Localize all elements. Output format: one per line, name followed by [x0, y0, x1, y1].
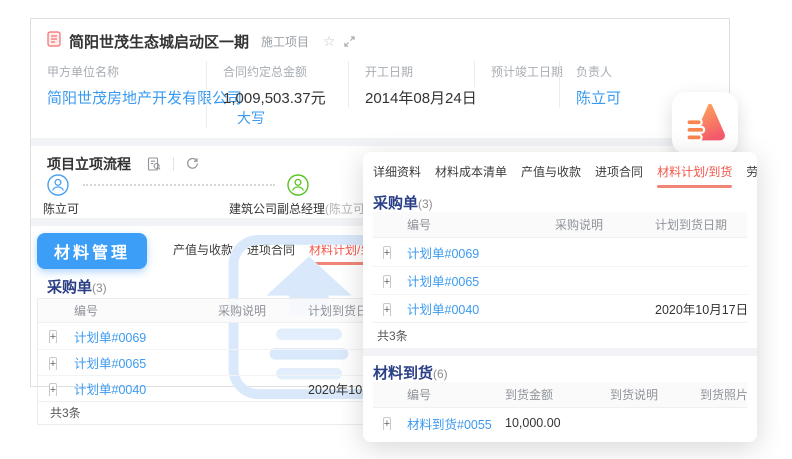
flow-end-role: 建筑公司副总经理	[229, 202, 325, 216]
col-header-desc: 到货说明	[598, 386, 688, 403]
purchase-title: 采购单	[373, 195, 418, 212]
expand-row-icon[interactable]: +	[383, 275, 391, 288]
fullscreen-icon[interactable]	[344, 36, 355, 47]
section-divider	[363, 348, 757, 356]
purchase-count: (3)	[418, 197, 433, 211]
expand-row-icon[interactable]: +	[49, 383, 57, 396]
field-label: 开工日期	[365, 63, 458, 80]
project-summary-fields: 甲方单位名称 简阳世茂房地产开发有限公司 合同约定总金额 1,009,503.3…	[31, 55, 729, 138]
flow-connector	[83, 184, 275, 186]
material-management-button[interactable]: 材料管理	[37, 233, 147, 269]
start-date-value: 2014年08月24日	[365, 90, 477, 107]
plan-order-link[interactable]: 计划单#0069	[401, 243, 543, 262]
flow-start-name: 陈立可	[43, 200, 79, 217]
tab-output-and-receipts[interactable]: 产值与收款	[171, 227, 235, 272]
arrival-title: 材料到货	[373, 365, 433, 382]
tab-material-plan-arrival[interactable]: 材料计划/到货	[655, 152, 734, 192]
flow-start-avatar-icon	[47, 174, 69, 196]
field-label: 负责人	[576, 63, 713, 80]
purchase-table: 编号 采购说明 计划到货日期 + 计划单#0069 + 计划单#0065	[373, 212, 747, 348]
divider	[173, 157, 174, 171]
field-party-a: 甲方单位名称 简阳世茂房地产开发有限公司	[31, 61, 206, 108]
col-header-desc: 采购说明	[543, 216, 643, 233]
section-divider	[31, 138, 729, 146]
flow-refresh-icon[interactable]	[186, 157, 199, 170]
row-amount: 10,000.00	[493, 416, 598, 430]
purchase-table-header: 编号 采购说明 计划到货日期	[373, 212, 747, 238]
tab-incoming-contracts[interactable]: 进项合同	[593, 152, 645, 192]
app-screen: 简阳世茂生态城启动区一期 施工项目 ☆ 甲方单位名称 简阳世茂房地产开发有限公司…	[0, 0, 792, 459]
col-header-amount: 到货金额	[493, 386, 598, 403]
tab-output-and-receipts[interactable]: 产值与收款	[519, 152, 583, 192]
field-expected-completion: 预计竣工日期	[474, 61, 559, 87]
purchase-title: 采购单	[47, 279, 92, 296]
col-header-photo: 到货照片	[688, 386, 747, 403]
arrival-table-header: 编号 到货金额 到货说明 到货照片	[373, 382, 747, 408]
col-header-desc: 采购说明	[212, 302, 302, 319]
arrival-table: 编号 到货金额 到货说明 到货照片 + 材料到货#0055 10,000.00	[373, 382, 747, 438]
expand-row-icon[interactable]: +	[383, 303, 391, 316]
col-header-date: 计划到货日期	[643, 216, 747, 233]
amount-in-words-link[interactable]: 大写	[237, 110, 265, 126]
table-row[interactable]: + 计划单#0065	[373, 266, 747, 294]
expand-row-icon[interactable]: +	[49, 330, 57, 343]
tab-incoming-contracts[interactable]: 进项合同	[245, 227, 297, 272]
expand-row-icon[interactable]: +	[49, 357, 57, 370]
flow-section-title: 项目立项流程	[47, 154, 131, 174]
flow-end-name: 建筑公司副总经理(陈立可)	[229, 200, 369, 217]
brand-logo-icon	[684, 100, 726, 147]
field-start-date: 开工日期 2014年08月24日	[348, 61, 474, 108]
table-row[interactable]: + 计划单#0069	[373, 238, 747, 266]
arrival-section-heading: 材料到货(6)	[373, 356, 747, 382]
plan-order-link[interactable]: 计划单#0065	[68, 353, 212, 372]
purchase-table-footer: 共3条	[373, 322, 747, 348]
brand-logo-badge	[672, 92, 738, 154]
purchase-section-heading: 采购单(3)	[373, 190, 747, 212]
tab-material-cost-list[interactable]: 材料成本清单	[433, 152, 509, 192]
plan-order-link[interactable]: 计划单#0065	[401, 271, 543, 290]
field-label: 合同约定总金额	[223, 63, 332, 80]
plan-order-link[interactable]: 计划单#0040	[401, 299, 543, 318]
row-date: 2020年10月17日	[643, 299, 747, 318]
project-title: 简阳世茂生态城启动区一期	[69, 31, 249, 52]
project-type-tag: 施工项目	[261, 33, 309, 50]
flow-preview-icon[interactable]	[147, 157, 161, 171]
contract-amount-value: 1,009,503.37元	[223, 90, 326, 107]
arrival-order-link[interactable]: 材料到货#0055	[401, 414, 493, 433]
tab-detail-info[interactable]: 详细资料	[371, 152, 423, 192]
favorite-star-icon[interactable]: ☆	[323, 33, 336, 50]
expand-row-icon[interactable]: +	[383, 246, 391, 259]
project-document-icon	[47, 31, 61, 52]
plan-order-link[interactable]: 计划单#0040	[68, 379, 212, 398]
purchase-count: (3)	[92, 281, 107, 295]
field-label: 甲方单位名称	[47, 63, 190, 80]
col-header-id: 编号	[401, 386, 493, 403]
table-row[interactable]: + 材料到货#0055 10,000.00	[373, 408, 747, 438]
material-detail-panel: 详细资料 材料成本清单 产值与收款 进项合同 材料计划/到货 劳务工人 采购单(…	[363, 152, 757, 442]
flow-end-avatar-icon	[287, 174, 309, 196]
expand-row-icon[interactable]: +	[383, 417, 391, 430]
plan-order-link[interactable]: 计划单#0069	[68, 327, 212, 346]
field-label: 预计竣工日期	[491, 63, 543, 80]
tab-labor-workers[interactable]: 劳务工人	[744, 152, 757, 192]
col-header-id: 编号	[401, 216, 543, 233]
col-header-id: 编号	[68, 302, 212, 319]
table-row[interactable]: + 计划单#0040 2020年10月17日	[373, 294, 747, 322]
arrival-count: (6)	[433, 367, 448, 381]
owner-link[interactable]: 陈立可	[576, 90, 621, 107]
window-header: 简阳世茂生态城启动区一期 施工项目 ☆	[31, 19, 729, 55]
overlay-tab-bar: 详细资料 材料成本清单 产值与收款 进项合同 材料计划/到货 劳务工人	[363, 152, 757, 190]
field-contract-amount: 合同约定总金额 1,009,503.37元大写	[206, 61, 348, 128]
